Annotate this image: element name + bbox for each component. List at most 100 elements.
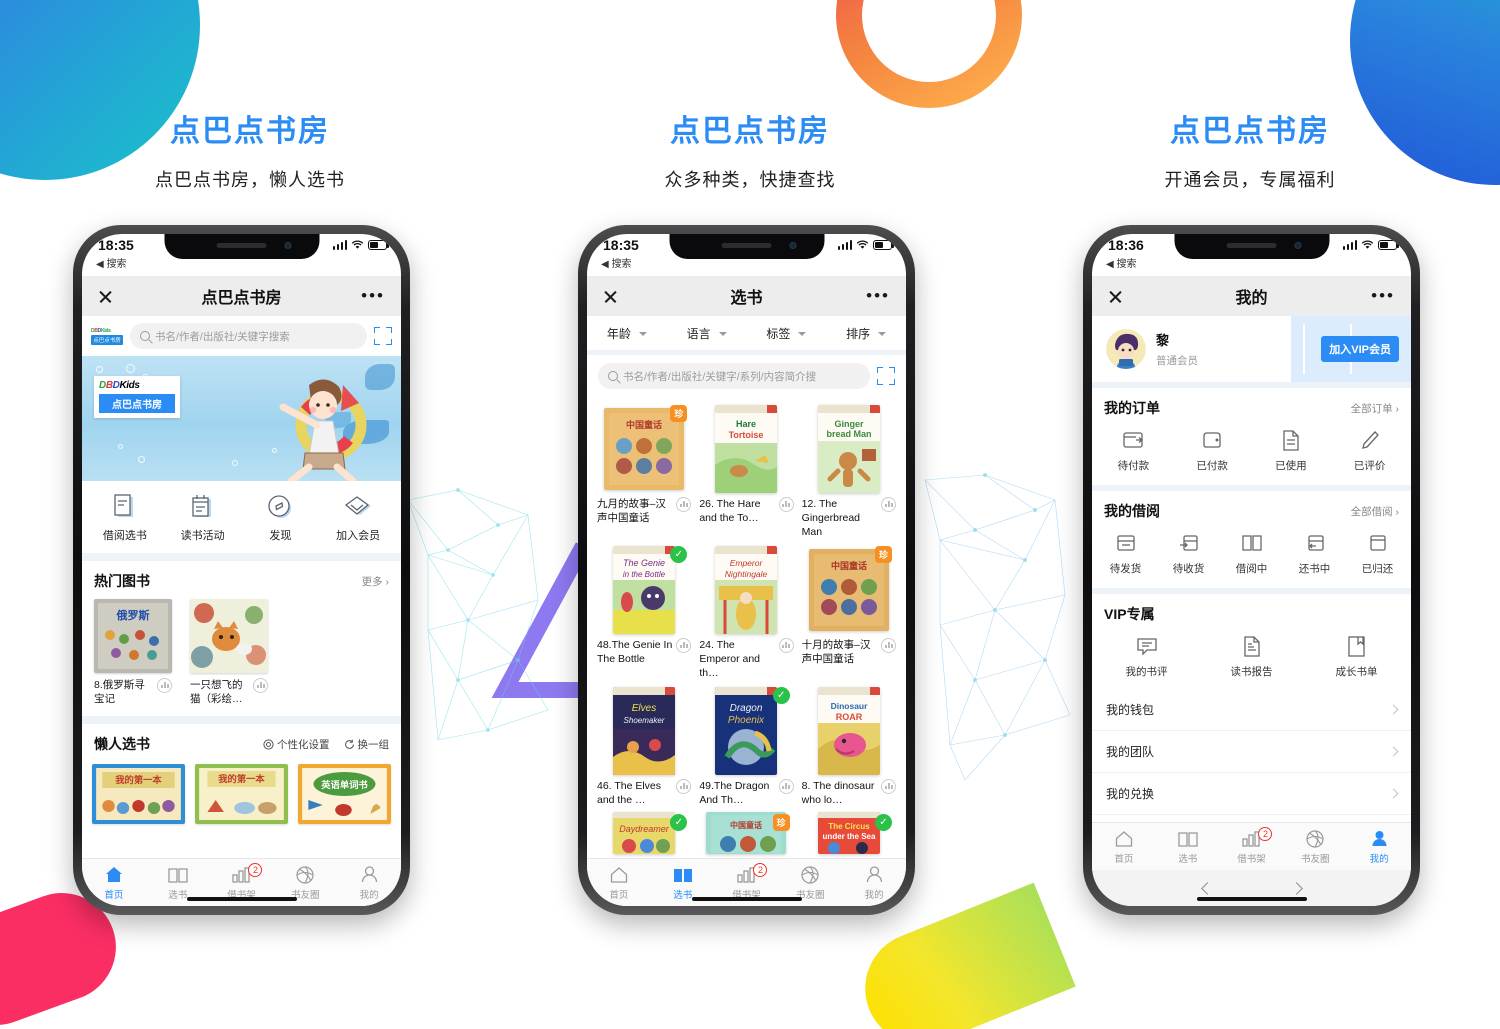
gear-icon [263,738,274,750]
scan-icon[interactable] [877,367,895,385]
bar-chart-icon[interactable] [676,497,692,512]
quick-entry-member[interactable]: 加入会员 [319,493,397,543]
link-label: 我的团队 [1106,745,1155,759]
borrow-status-to-receive[interactable]: 待收货 [1157,531,1220,576]
vip-my-reviews[interactable]: 我的书评 [1094,634,1199,679]
borrow-status-returned[interactable]: 已归还 [1346,531,1409,576]
list-item[interactable]: 中国童话 珍 [699,812,793,854]
list-item[interactable]: Daydreamer ✓ [597,812,691,854]
vip-growth-booklist[interactable]: 成长书单 [1304,634,1409,679]
list-item[interactable]: The Circus under the Sea ✓ [802,812,896,854]
tab-bookshelf[interactable]: 2 借书架 [1220,826,1284,865]
order-status-used[interactable]: 已使用 [1252,428,1331,473]
status-back-label[interactable]: ◀ 搜索 [96,255,126,270]
vip-reading-report[interactable]: 读书报告 [1199,634,1304,679]
book-cover: Ginger bread Man [817,405,880,493]
link-my-wallet[interactable]: 我的钱包 [1092,689,1411,731]
more-dots-icon[interactable]: ••• [361,287,385,304]
tab-bookshelf[interactable]: 2 借书架 [715,862,779,901]
link-my-team[interactable]: 我的团队 [1092,731,1411,773]
home-banner[interactable]: DBDKids 点巴点书房 [82,356,401,481]
tab-home[interactable]: 首页 [587,865,651,901]
filter-age[interactable]: 年龄 [587,325,667,342]
search-icon [140,331,150,341]
search-input[interactable]: 书名/作者/出版社/关键字/系列/内容简介搜 [598,363,870,389]
tab-select-books[interactable]: 选书 [146,865,210,901]
tab-select-books[interactable]: 选书 [651,865,715,901]
borrow-status-returning[interactable]: 还书中 [1283,531,1346,576]
tab-bookshelf[interactable]: 2 借书架 [210,862,274,901]
order-status-paid[interactable]: 已付款 [1173,428,1252,473]
box-done-icon [1346,531,1409,555]
scan-icon[interactable] [374,327,392,345]
all-borrows-link[interactable]: 全部借阅 › [1351,504,1399,519]
link-my-exchange[interactable]: 我的兑换 [1092,773,1411,815]
tab-book-circle[interactable]: 书友圈 [1283,829,1347,865]
order-status-reviewed[interactable]: 已评价 [1330,428,1409,473]
join-vip-button[interactable]: 加入VIP会员 [1321,336,1399,362]
list-item[interactable]: The Genie in the Bottle ✓ 48.The Genie In… [597,544,692,680]
list-item[interactable]: Ginger bread Man 12. The Gingerbread Man [802,403,896,539]
refresh-icon [344,739,354,749]
filter-tag[interactable]: 标签 [747,325,827,342]
more-dots-icon[interactable]: ••• [1371,287,1395,304]
close-icon[interactable] [98,289,113,304]
tab-book-circle[interactable]: 书友圈 [778,865,842,901]
list-item[interactable]: Elves Shoemaker 46. The Elves and the … [597,685,692,807]
list-item[interactable]: 一只想飞的猫（彩绘… [190,599,268,706]
bar-chart-icon[interactable] [676,779,692,794]
quick-entry-borrow[interactable]: 借阅选书 [86,493,164,543]
bar-chart-icon[interactable] [881,638,896,653]
book-cover[interactable]: 我的第一本 [195,764,288,824]
bar-chart-icon[interactable] [778,497,794,512]
forward-arrow-icon[interactable] [1289,881,1303,895]
list-item[interactable]: 中国童话 珍 十月的故事–汉声中国童话 [802,544,896,680]
tab-mine[interactable]: 我的 [337,865,401,901]
borrows-header: 我的借阅 全部借阅 › [1092,491,1411,527]
order-status-pending-payment[interactable]: 待付款 [1094,428,1173,473]
bar-chart-icon[interactable] [778,638,794,653]
bar-chart-icon[interactable] [676,638,692,653]
bar-chart-icon[interactable] [253,678,268,693]
quick-entry-label: 发现 [269,530,292,542]
personalize-settings-button[interactable]: 个性化设置 [263,737,330,752]
more-dots-icon[interactable]: ••• [866,287,890,304]
tab-mine[interactable]: 我的 [1347,829,1411,865]
bar-chart-icon[interactable] [778,779,794,794]
book-cover[interactable]: 英语单词书 [298,764,391,824]
close-icon[interactable] [1108,289,1123,304]
borrow-status-to-ship[interactable]: 待发货 [1094,531,1157,576]
filter-sort[interactable]: 排序 [826,325,906,342]
all-orders-link[interactable]: 全部订单 › [1351,401,1399,416]
hot-books-more-link[interactable]: 更多 › [362,574,389,589]
list-item[interactable]: 中国童话 珍 九月的故事–汉声中国童话 [597,403,692,539]
bar-chart-icon[interactable] [881,497,896,512]
book-cover [190,599,268,673]
tab-home[interactable]: 首页 [82,865,146,901]
close-icon[interactable] [603,289,618,304]
vip-item-label: 我的书评 [1125,666,1168,678]
refresh-group-button[interactable]: 换一组 [344,737,389,752]
tab-book-circle[interactable]: 书友圈 [273,865,337,901]
quick-entry-activity[interactable]: 读书活动 [164,493,242,543]
borrow-status-borrowing[interactable]: 借阅中 [1220,531,1283,576]
list-item[interactable]: 俄罗斯 8.俄罗斯寻宝记 [94,599,172,706]
back-arrow-icon[interactable] [1200,881,1214,895]
list-item[interactable]: Emperor Nightingale 24. The Emperor and t… [699,544,794,680]
tab-home[interactable]: 首页 [1092,829,1156,865]
bar-chart-icon[interactable] [157,678,172,693]
bar-chart-icon[interactable] [881,779,896,794]
list-item[interactable]: Dragon Phoenix ✓ 49.The Dragon And Th… [699,685,794,807]
book-cover[interactable]: 我的第一本 [92,764,185,824]
quick-entry-discover[interactable]: 发现 [242,493,320,543]
tab-mine[interactable]: 我的 [842,865,906,901]
book-title: 九月的故事–汉声中国童话 [597,498,666,524]
list-item[interactable]: Hare Tortoise 26. The Hare and the To… [699,403,794,539]
search-input[interactable]: 书名/作者/出版社/关键字搜索 [130,323,367,349]
avatar[interactable] [1106,329,1146,369]
status-back-label[interactable]: ◀ 搜索 [1106,255,1136,270]
list-item[interactable]: Dinosaur ROAR 8. The dinosaur who lo… [802,685,896,807]
filter-language[interactable]: 语言 [667,325,747,342]
tab-select-books[interactable]: 选书 [1156,829,1220,865]
status-back-label[interactable]: ◀ 搜索 [601,255,631,270]
